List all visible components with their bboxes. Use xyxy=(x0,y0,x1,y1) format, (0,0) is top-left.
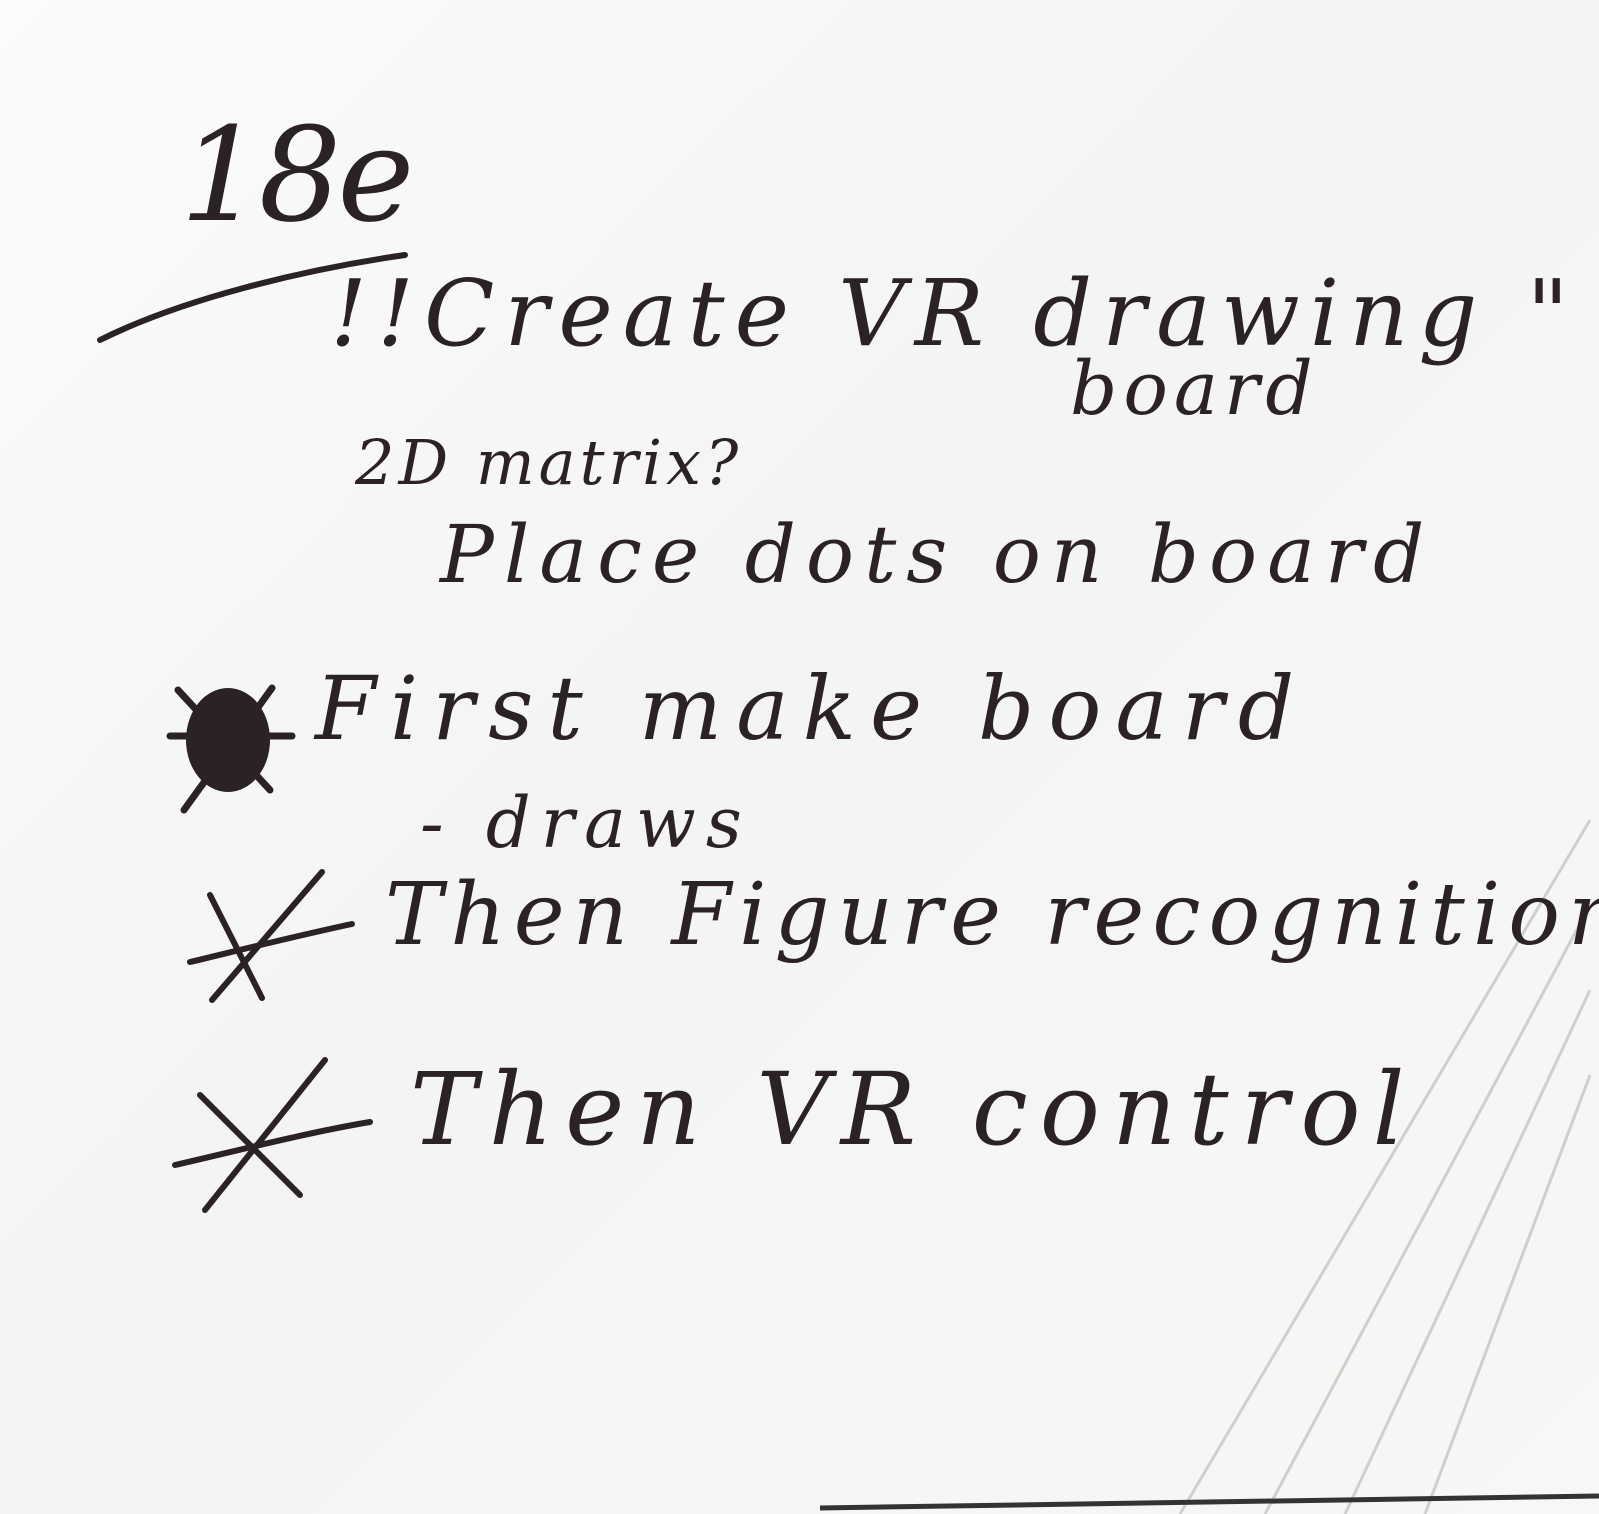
note-line-create-vr: !!Create VR drawing " xyxy=(330,260,1579,367)
handwritten-note: 18e !!Create VR drawing " board 2D matri… xyxy=(0,0,1599,1514)
x-mark-2 xyxy=(172,1057,373,1213)
scribbled-bullet-mark xyxy=(166,684,296,814)
note-line-vr-control: Then VR control xyxy=(410,1051,1417,1168)
x-mark-1 xyxy=(187,869,355,1003)
note-line-2d-matrix: 2D matrix? xyxy=(355,426,743,499)
note-line-place-dots: Place dots on board xyxy=(440,508,1435,601)
page-number: 18e xyxy=(180,99,414,251)
note-line-first-make-board: First make board xyxy=(315,657,1309,760)
note-line-draws: - draws xyxy=(420,782,752,864)
note-line-figure-recognition: Then Figure recognition xyxy=(385,865,1599,965)
paper-edge xyxy=(819,1493,1599,1511)
note-line-board: board xyxy=(1070,346,1319,432)
